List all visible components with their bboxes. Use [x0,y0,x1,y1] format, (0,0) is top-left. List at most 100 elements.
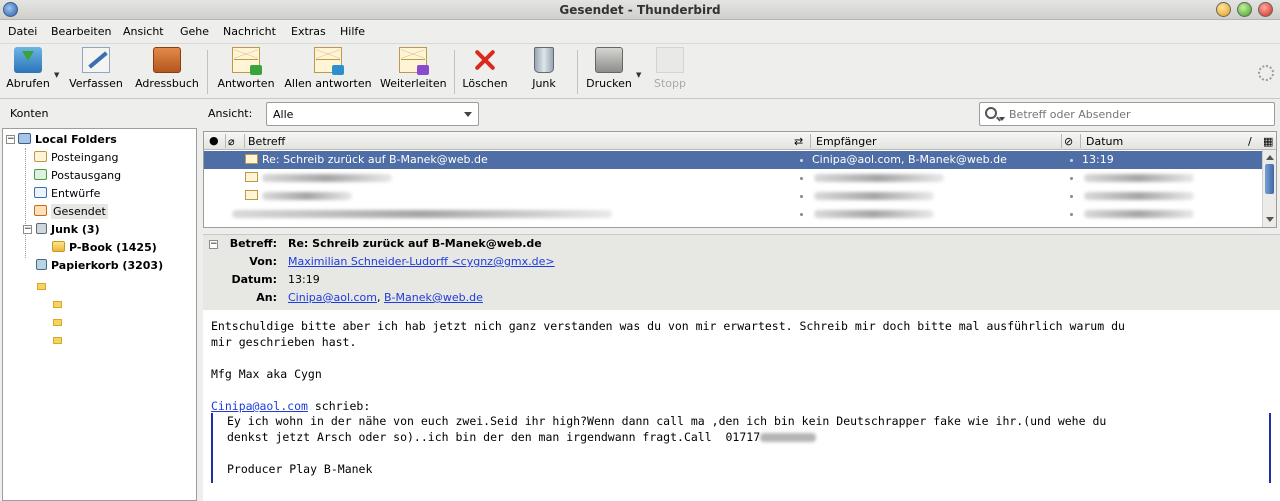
sent-icon [34,205,47,216]
print-icon [595,47,623,73]
read-status-icon[interactable] [800,159,803,162]
message-row[interactable] [204,169,1262,187]
write-button[interactable]: Verfassen [68,47,124,90]
folder-postausgang[interactable]: Postausgang [34,167,121,185]
scroll-down-icon[interactable] [1266,217,1274,226]
search-options-dropdown-icon[interactable] [999,117,1005,124]
collapse-junk-icon[interactable]: − [23,225,32,234]
reply-all-button[interactable]: Allen antworten [284,47,372,90]
redacted-date [1084,210,1194,218]
print-button[interactable]: Drucken [585,47,633,90]
folder-pane-header: Konten [10,107,49,120]
search-box[interactable] [979,102,1275,126]
reply-button[interactable]: Antworten [216,47,276,90]
write-icon [82,47,110,73]
header-date: 13:19 [288,273,320,286]
quoted-line: denkst jetzt Arsch oder so)..ich bin der… [227,429,817,445]
maximize-button[interactable] [1237,2,1252,17]
quoted-text: Ey ich wohn in der nähe von euch zwei.Se… [211,413,1271,483]
close-button[interactable] [1258,2,1273,17]
column-separator [225,134,226,148]
column-picker-icon[interactable]: ▦ [1263,135,1273,148]
folder-icon[interactable] [53,319,62,326]
thread-scrollbar[interactable] [1262,150,1276,227]
forward-icon [399,47,429,75]
folder-papierkorb[interactable]: Papierkorb (3203) [36,257,163,275]
view-bar: Ansicht: Alle [203,100,1280,130]
column-subject[interactable]: Betreff [248,135,285,148]
thread-pane: ● ⌀ Betreff ⇄ Empfänger ⊘ Datum / ▦ Re: … [203,131,1277,228]
folder-p-book[interactable]: P-Book (1425) [52,239,157,257]
addressbook-icon [153,47,181,73]
folder-entwuerfe[interactable]: Entwürfe [34,185,100,203]
print-dropdown-icon[interactable]: ▼ [636,71,641,79]
message-row[interactable] [204,187,1262,205]
thread-column-icon[interactable]: ● [209,134,219,147]
folder-icon[interactable] [37,283,46,290]
junk-button[interactable]: Junk [526,47,562,90]
to-address-link[interactable]: Cinipa@aol.com [288,291,377,304]
junk-status-icon[interactable] [1070,213,1073,216]
header-subject: Re: Schreib zurück auf B-Manek@web.de [288,237,542,250]
collapse-local-folders-icon[interactable]: − [6,135,15,144]
to-address-link[interactable]: B-Manek@web.de [384,291,483,304]
toolbar-separator [577,50,578,94]
junk-status-icon[interactable] [1070,177,1073,180]
scroll-up-icon[interactable] [1266,151,1274,160]
message-row[interactable] [204,205,1262,223]
column-read-icon[interactable]: ⇄ [794,135,803,148]
junk-status-icon[interactable] [1070,195,1073,198]
forward-button[interactable]: Weiterleiten [380,47,447,90]
menu-datei[interactable]: Datei [8,25,37,38]
junk-status-icon[interactable] [1070,159,1073,162]
from-address-link[interactable]: Maximilian Schneider-Ludorff <cygnz@gmx.… [288,255,555,268]
menu-bearbeiten[interactable]: Bearbeiten [51,25,111,38]
get-mail-dropdown-icon[interactable]: ▼ [54,71,59,79]
addressbook-button[interactable]: Adressbuch [133,47,201,90]
get-mail-icon [14,47,42,73]
folder-gesendet[interactable]: Gesendet [34,203,108,221]
menu-hilfe[interactable]: Hilfe [340,25,365,38]
stop-button: Stopp [651,47,689,90]
read-status-icon[interactable] [800,213,803,216]
redacted-subject [232,210,612,218]
scroll-thumb[interactable] [1265,164,1274,194]
column-date[interactable]: Datum [1086,135,1123,148]
column-separator [244,134,245,148]
message-row[interactable]: Re: Schreib zurück auf B-Manek@web.de Ci… [204,151,1262,169]
activity-throbber-icon [1258,65,1274,81]
delete-button[interactable]: Löschen [461,47,509,90]
reply-all-icon [314,47,344,75]
column-recipient[interactable]: Empfänger [816,135,877,148]
attachment-column-icon[interactable]: ⌀ [228,135,235,148]
menu-extras[interactable]: Extras [291,25,326,38]
column-separator [1080,134,1081,148]
menu-gehe[interactable]: Gehe [180,25,209,38]
read-status-icon[interactable] [800,195,803,198]
thread-header: ● ⌀ Betreff ⇄ Empfänger ⊘ Datum / ▦ [204,132,1276,150]
search-icon[interactable] [985,107,997,119]
quoted-line: Ey ich wohn in der nähe von euch zwei.Se… [227,414,1107,428]
search-input[interactable] [1009,106,1269,122]
folder-posteingang[interactable]: Posteingang [34,149,119,167]
get-mail-button[interactable]: Abrufen [5,47,51,90]
redacted-phone [760,433,817,442]
quote-author-link[interactable]: Cinipa@aol.com [211,399,308,413]
folder-icon [52,241,65,252]
column-junk-status-icon[interactable]: ⊘ [1064,135,1073,148]
menu-nachricht[interactable]: Nachricht [223,25,276,38]
message-header: − Betreff: Re: Schreib zurück auf B-Mane… [203,234,1280,310]
read-status-icon[interactable] [800,177,803,180]
column-separator [1061,134,1062,148]
redacted-subject [262,174,392,182]
view-select[interactable]: Alle [266,102,479,126]
view-label: Ansicht: [208,107,253,120]
folder-local-folders[interactable]: Local Folders [18,131,117,149]
folder-junk[interactable]: Junk (3) [36,221,100,239]
folder-icon[interactable] [53,337,62,344]
folder-icon[interactable] [53,301,62,308]
trash-icon [36,259,47,270]
minimize-button[interactable] [1216,2,1231,17]
stop-icon [656,47,684,73]
menu-ansicht[interactable]: Ansicht [123,25,164,38]
